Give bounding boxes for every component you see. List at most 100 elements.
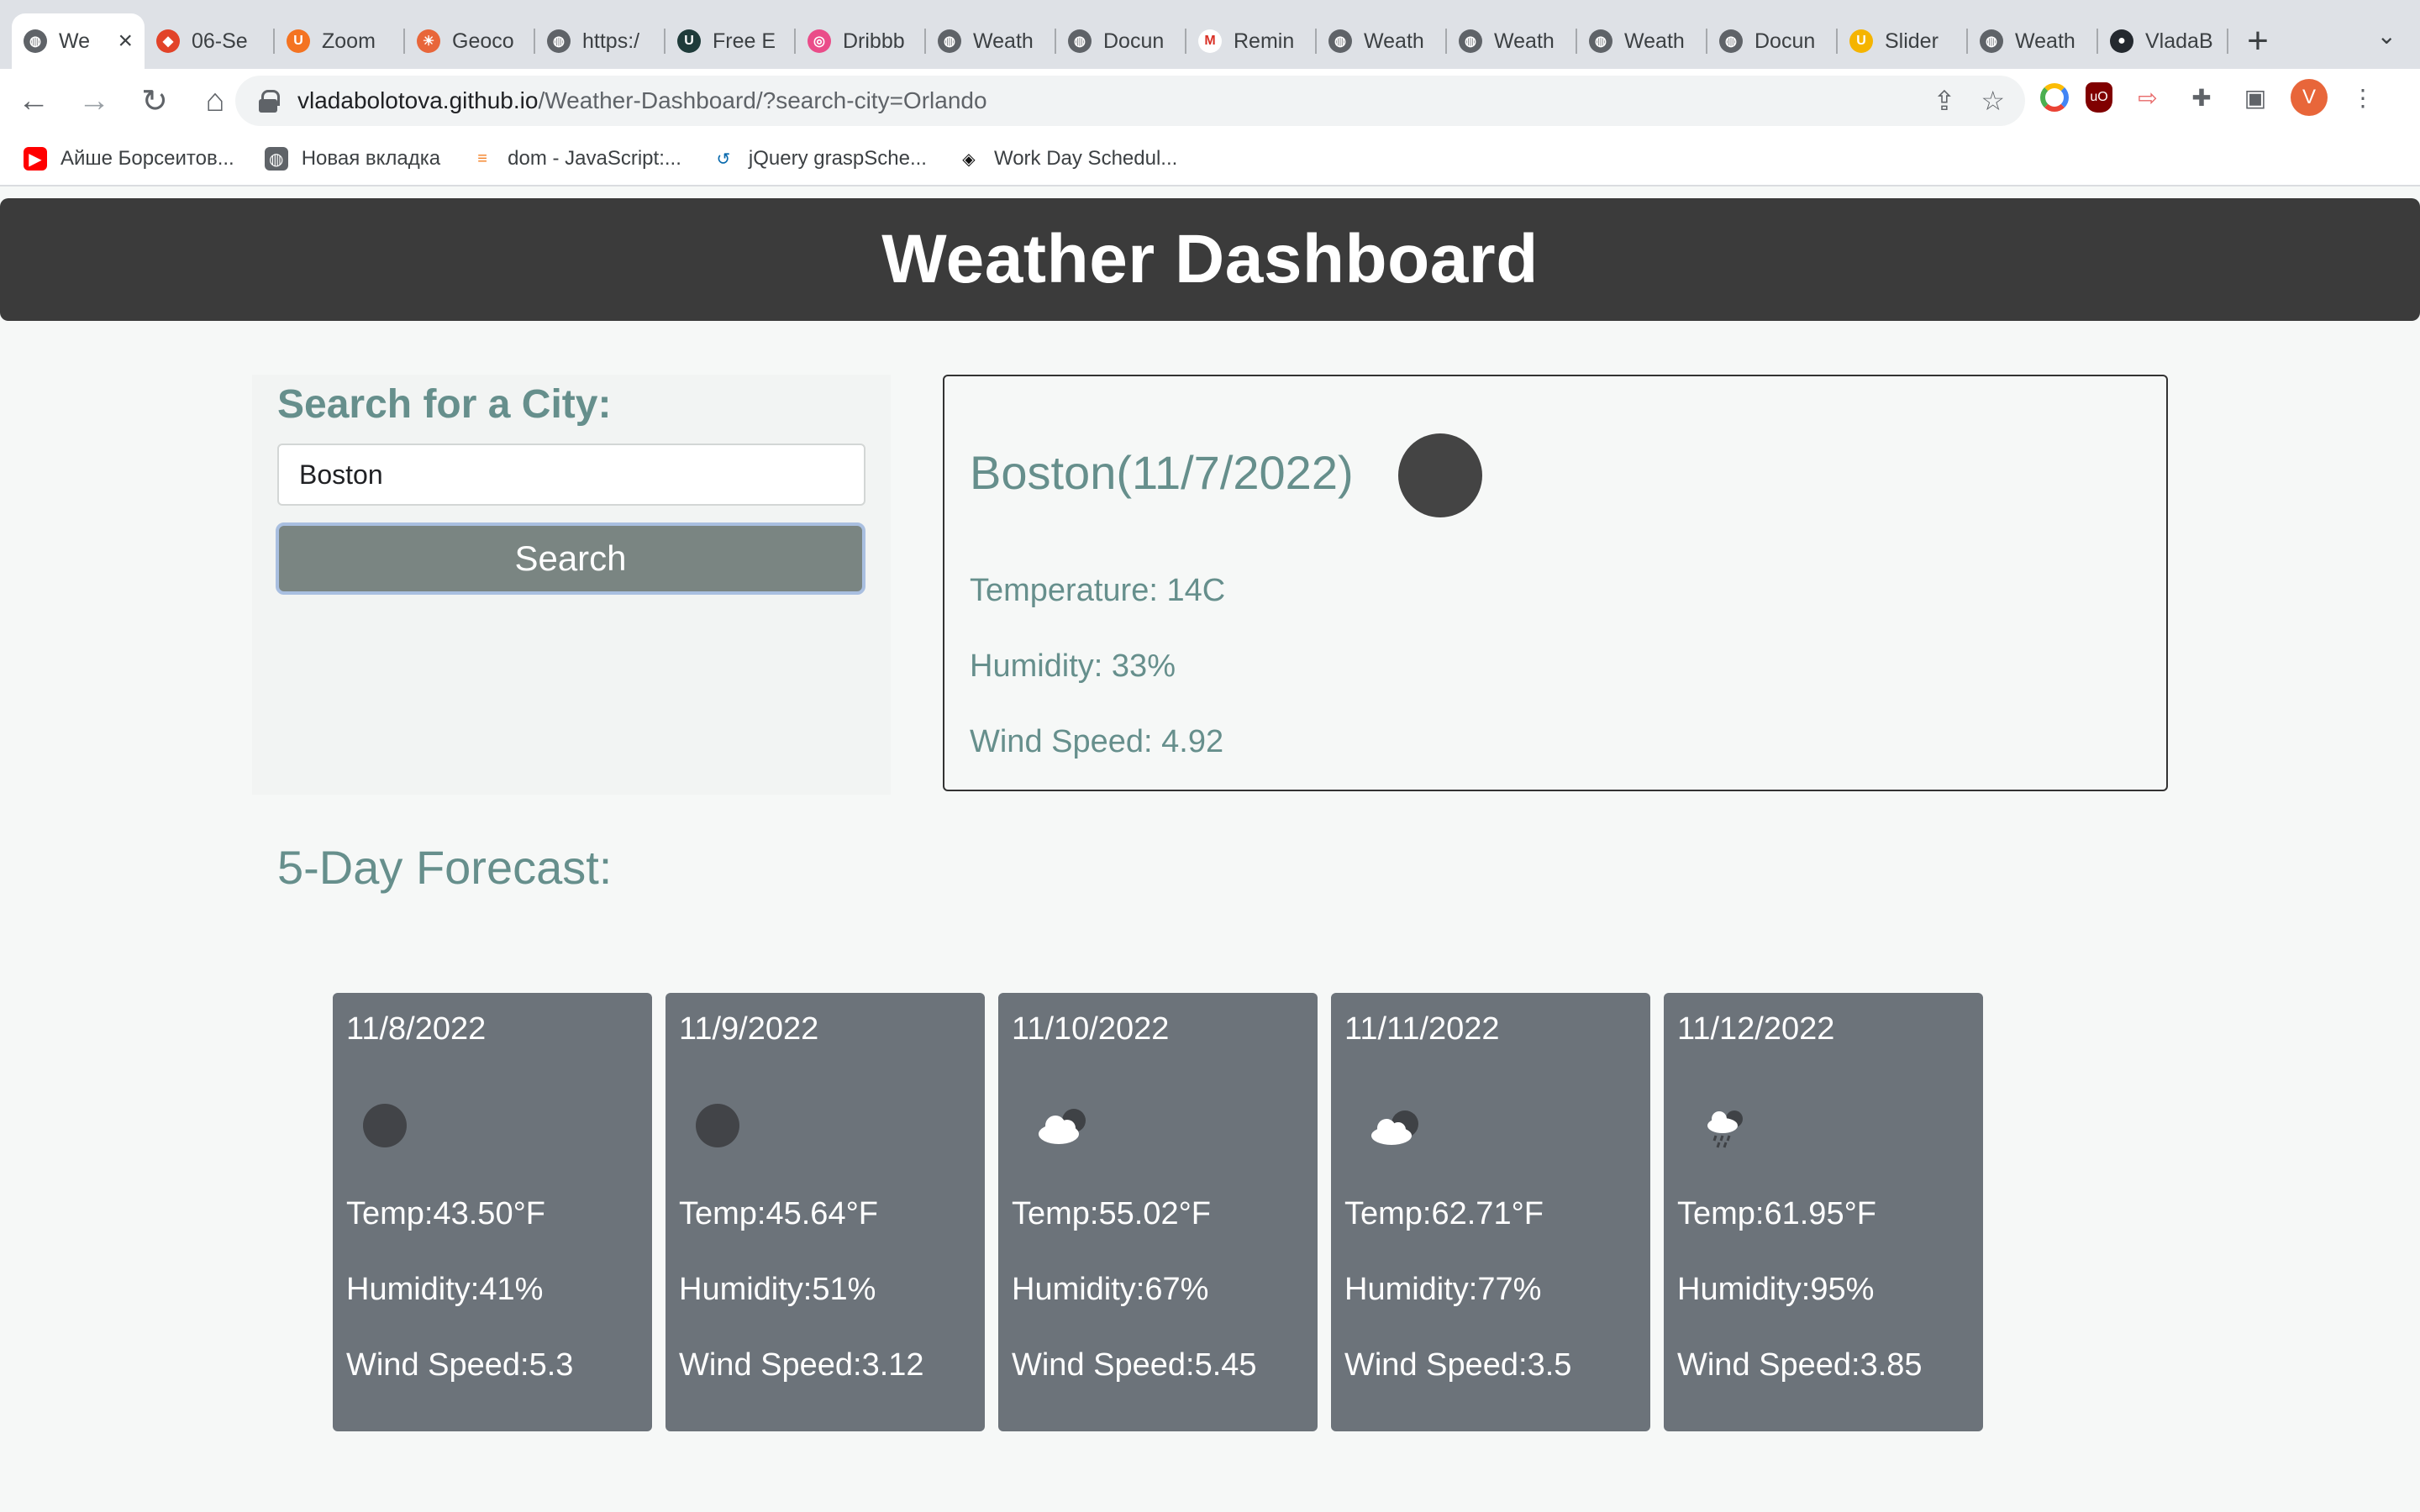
browser-toolbar: ← → ↻ ⌂ vladabolotova.github.io/Weather-… [0, 69, 2420, 133]
moon-icon [1398, 433, 1482, 517]
globe-icon: ◍ [938, 29, 961, 53]
bookmark-item[interactable]: ◍ Новая вкладка [264, 147, 441, 171]
bookmark-star-icon[interactable]: ☆ [1981, 85, 2005, 117]
moon-icon [363, 1092, 430, 1159]
search-button[interactable]: Search [276, 522, 865, 595]
globe-icon: ◍ [1068, 29, 1092, 53]
extensions-puzzle-icon[interactable]: ✚ [2183, 79, 2220, 116]
tab-title: 06-Se [192, 29, 248, 53]
close-tab-icon[interactable]: × [118, 27, 133, 55]
forecast-wind: Wind Speed:5.3 [346, 1347, 574, 1383]
browser-tab[interactable]: U Free E [666, 13, 796, 69]
reload-button[interactable]: ↻ [128, 74, 182, 128]
forecast-card: 11/12/2022 Temp:61.95°F Humidity:95% Win… [1664, 993, 1983, 1431]
browser-tab[interactable]: ◍ Weath [1968, 13, 2098, 69]
browser-tab[interactable]: ◍ Docun [1707, 13, 1838, 69]
weather-sun-icon: ☀ [417, 29, 440, 53]
current-wind-speed: Wind Speed: 4.92 [970, 724, 1224, 759]
bookmark-item[interactable]: ↺ jQuery graspSche... [711, 147, 927, 171]
forecast-humidity: Humidity:41% [346, 1272, 544, 1307]
bookmark-label: Айше Борсеитов... [60, 147, 234, 170]
browser-tab[interactable]: M Remin [1186, 13, 1317, 69]
tab-title: VladaB [2145, 29, 2213, 53]
tab-strip: ◍ We × ◆ 06-Se U Zoom ☀ Geoco ◍ https:/ U Free E ◎ Dri… [0, 0, 2420, 69]
globe-icon: ◍ [1328, 29, 1352, 53]
profile-avatar[interactable]: V [2291, 79, 2328, 116]
browser-tab[interactable]: ☀ Geoco [405, 13, 535, 69]
browser-tab[interactable]: ◍ Weath [1447, 13, 1577, 69]
bookmark-label: Новая вкладка [301, 147, 441, 170]
tab-title: Free E [713, 29, 776, 53]
forecast-wind: Wind Speed:5.45 [1012, 1347, 1257, 1383]
tab-title: https:/ [582, 29, 640, 53]
browser-tab[interactable]: ◎ Dribbb [796, 13, 926, 69]
forecast-wind: Wind Speed:3.85 [1677, 1347, 1923, 1383]
tab-title: Weath [1364, 29, 1424, 53]
globe-icon: ◍ [547, 29, 571, 53]
u-logo-icon: U [677, 29, 701, 53]
tab-title: Remin [1234, 29, 1295, 53]
shield-u-icon: U [1849, 29, 1873, 53]
current-city-heading: Boston(11/7/2022) [970, 446, 1354, 499]
browser-tab[interactable]: ◍ Weath [1577, 13, 1707, 69]
forward-button[interactable]: → [67, 74, 121, 128]
cloud-moon-icon [1361, 1092, 1428, 1159]
gmail-icon: M [1198, 29, 1222, 53]
forecast-date: 11/12/2022 [1677, 1011, 1835, 1047]
browser-tab[interactable]: ◍ We × [12, 13, 145, 69]
address-bar[interactable]: vladabolotova.github.io/Weather-Dashboar… [235, 76, 2025, 126]
tab-title: Dribbb [843, 29, 905, 53]
bookmark-item[interactable]: ≡ dom - JavaScript:... [471, 147, 681, 171]
forecast-card: 11/10/2022 Temp:55.02°F Humidity:67% Win… [998, 993, 1318, 1431]
tab-title: Zoom [322, 29, 376, 53]
back-button[interactable]: ← [7, 74, 60, 128]
side-panel-icon[interactable]: ▣ [2237, 79, 2274, 116]
jquery-icon: ↺ [711, 147, 735, 171]
extensions-area: uO ⇨ ✚ ▣ V ⋮ [2040, 79, 2381, 116]
home-button[interactable]: ⌂ [188, 74, 242, 128]
forecast-wind: Wind Speed:3.12 [679, 1347, 924, 1383]
forecast-temp: Temp:62.71°F [1344, 1196, 1544, 1231]
forecast-temp: Temp:45.64°F [679, 1196, 878, 1231]
bookmark-item[interactable]: ▶ Айше Борсеитов... [24, 147, 234, 171]
forecast-humidity: Humidity:95% [1677, 1272, 1875, 1307]
share-icon[interactable]: ⇪ [1933, 85, 1956, 117]
browser-tab[interactable]: U Zoom [275, 13, 405, 69]
bookmark-label: jQuery graspSche... [748, 147, 927, 170]
browser-tab[interactable]: ◆ 06-Se [145, 13, 275, 69]
globe-icon: ◍ [1980, 29, 2003, 53]
browser-tab[interactable]: ◍ Weath [926, 13, 1056, 69]
tab-title: Slider [1885, 29, 1939, 53]
tab-title: Weath [973, 29, 1034, 53]
tab-title: We [59, 29, 91, 53]
bookmark-label: dom - JavaScript:... [508, 147, 681, 170]
current-weather-card: Boston(11/7/2022) Temperature: 14C Humid… [943, 375, 2168, 791]
current-temperature: Temperature: 14C [970, 573, 1226, 608]
browser-menu-icon[interactable]: ⋮ [2344, 79, 2381, 116]
new-tab-button[interactable]: + [2228, 13, 2287, 69]
globe-icon: ◍ [1459, 29, 1482, 53]
color-picker-extension-icon[interactable] [2040, 83, 2069, 112]
bookmark-item[interactable]: ◈ Work Day Schedul... [956, 147, 1177, 171]
gitlab-icon: ◆ [156, 29, 180, 53]
browser-tab[interactable]: ◍ Weath [1317, 13, 1447, 69]
page-header: Weather Dashboard [0, 198, 2420, 321]
dribbble-icon: ◎ [808, 29, 831, 53]
browser-tab[interactable]: ◍ https:/ [535, 13, 666, 69]
tab-search-icon[interactable]: ⌄ [2377, 22, 2396, 50]
browser-tab[interactable]: ◍ Docun [1056, 13, 1186, 69]
forecast-card: 11/8/2022 Temp:43.50°F Humidity:41% Wind… [333, 993, 652, 1431]
ublock-extension-icon[interactable]: uO [2086, 82, 2112, 113]
lock-icon[interactable] [259, 90, 280, 113]
tab-title: Weath [2015, 29, 2075, 53]
stackoverflow-icon: ≡ [471, 147, 495, 171]
forecast-humidity: Humidity:51% [679, 1272, 876, 1307]
browser-tab[interactable]: U Slider [1838, 13, 1968, 69]
github-icon: ● [2110, 29, 2133, 53]
search-panel: Search for a City: Search [252, 375, 891, 795]
cast-extension-icon[interactable]: ⇨ [2129, 79, 2166, 116]
university-u-icon: U [287, 29, 310, 53]
city-search-input[interactable] [277, 444, 865, 506]
forecast-card: 11/11/2022 Temp:62.71°F Humidity:77% Win… [1331, 993, 1650, 1431]
browser-tab[interactable]: ● VladaB [2098, 13, 2228, 69]
